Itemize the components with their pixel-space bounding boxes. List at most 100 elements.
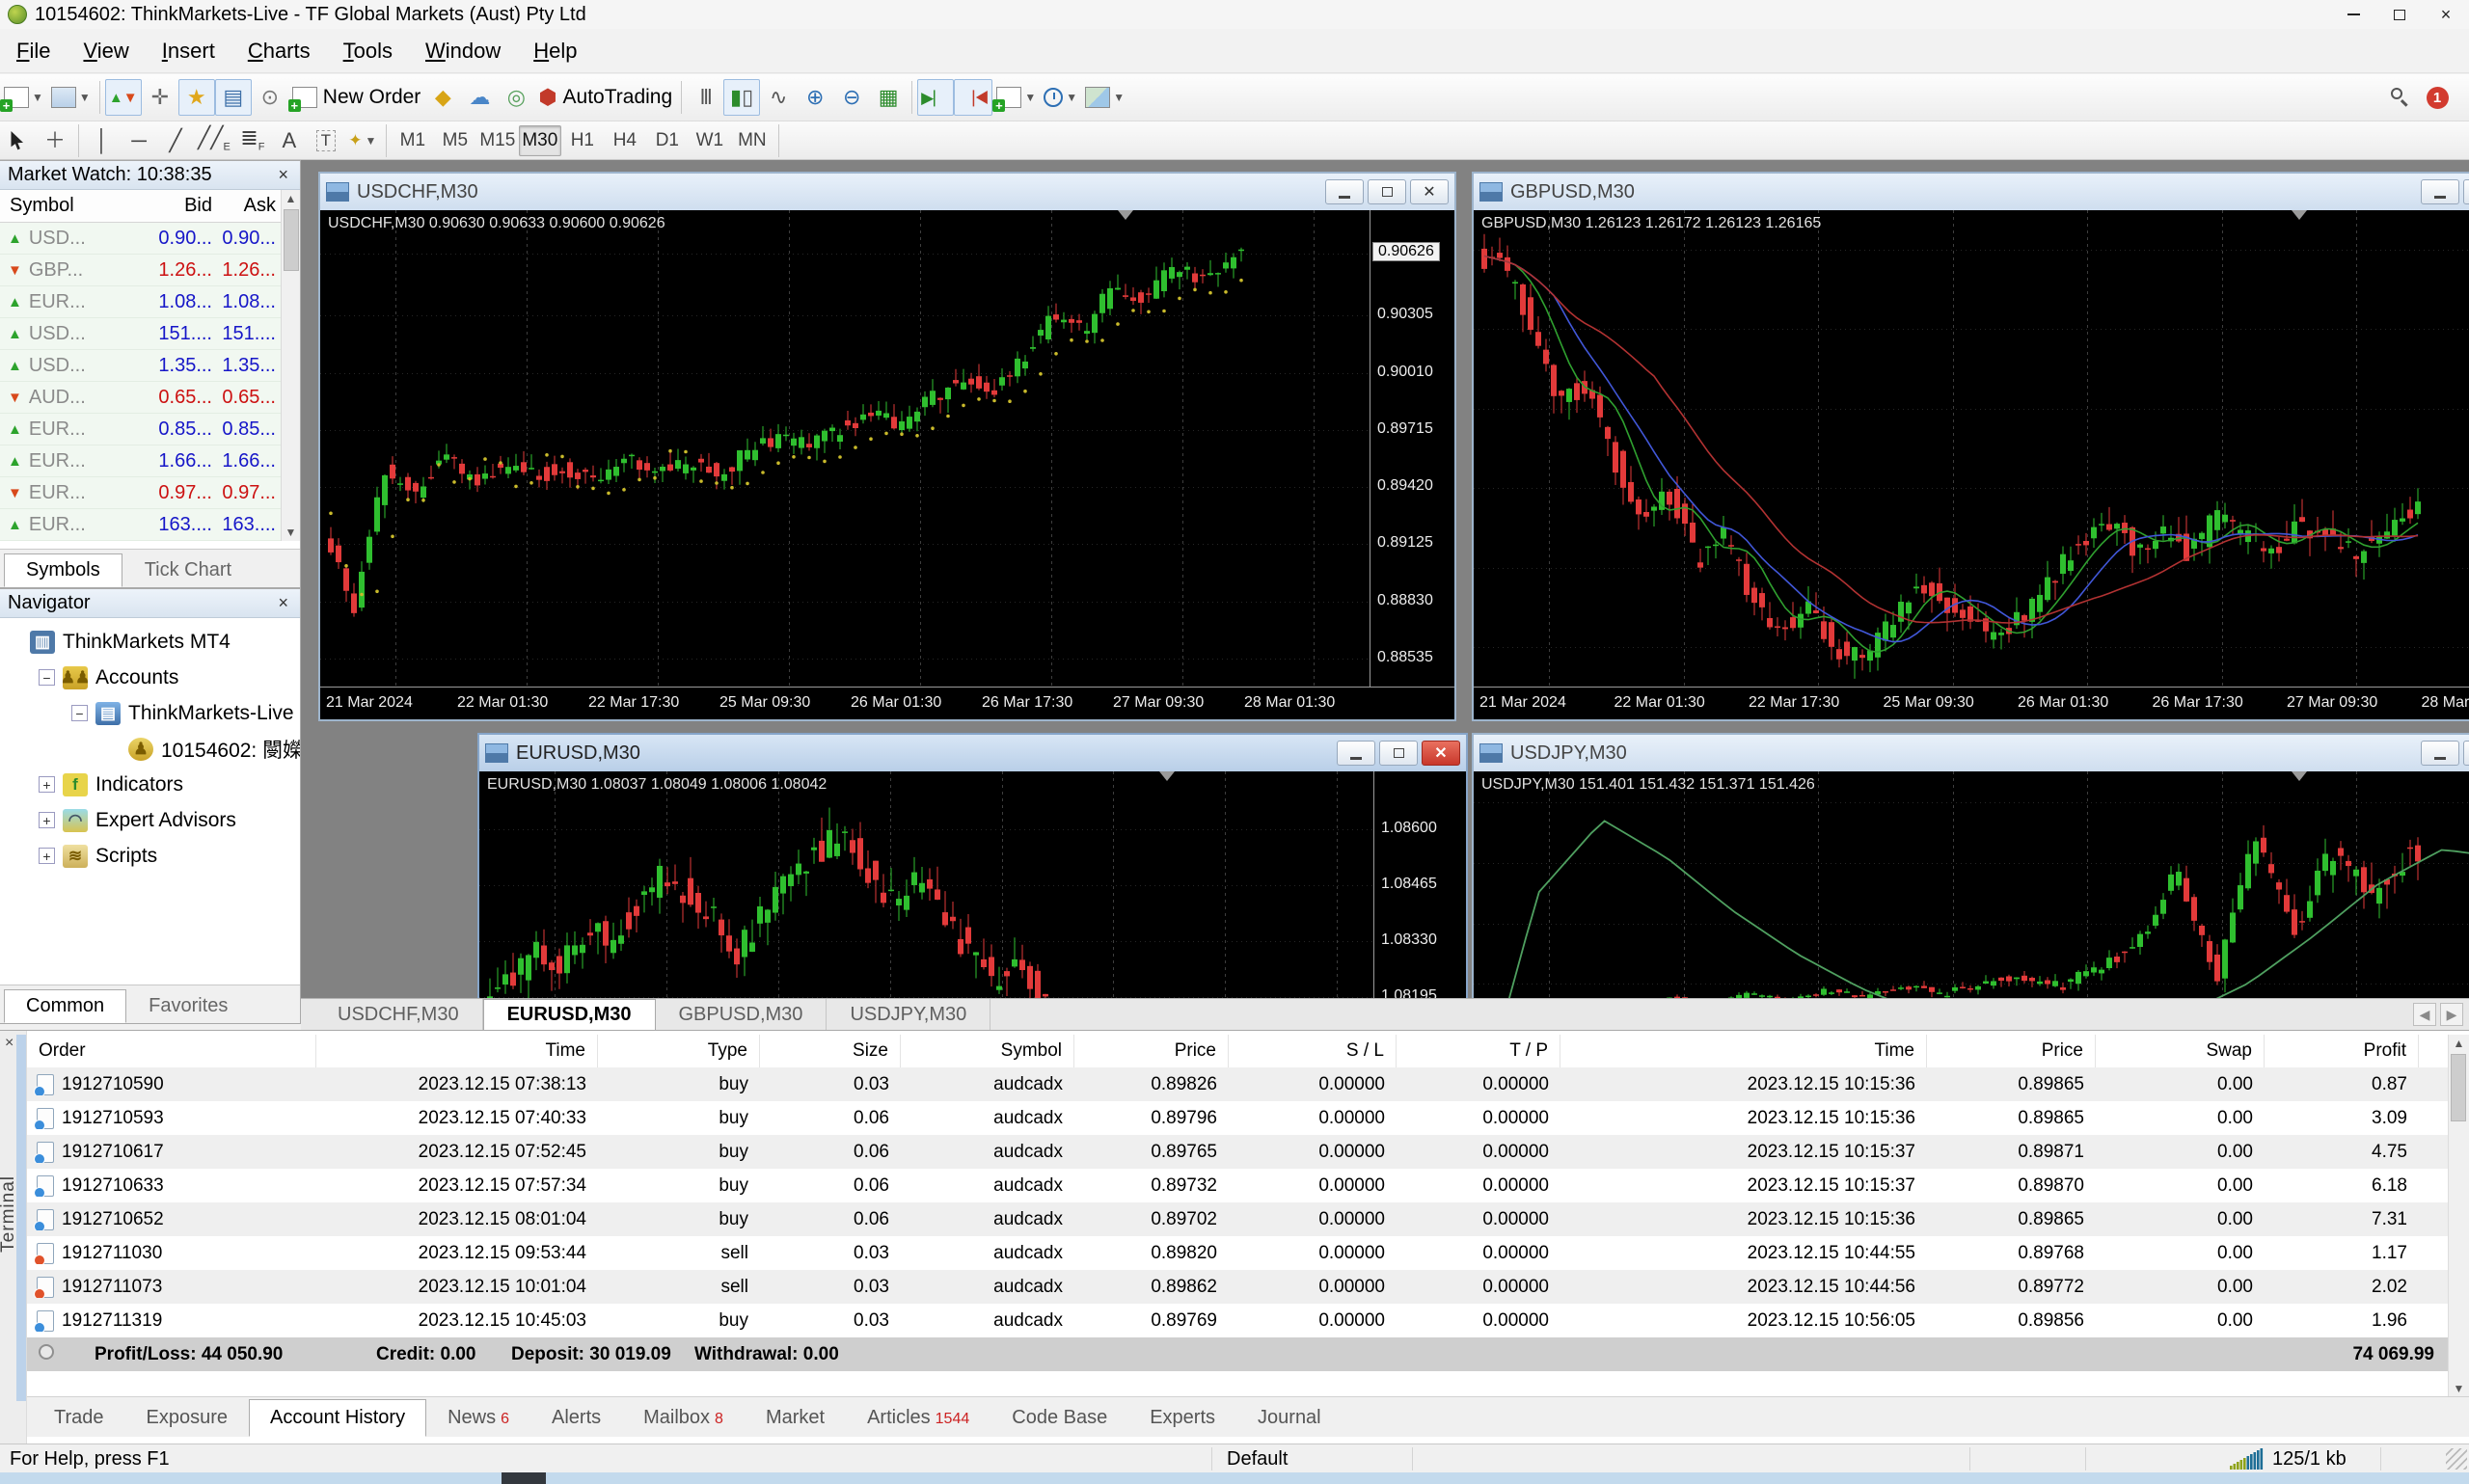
timeframe-m1[interactable]: M1 [392, 125, 434, 156]
order-row[interactable]: 1912710593 2023.12.15 07:40:33 buy 0.06 audc… [27, 1101, 2448, 1135]
market-watch-row[interactable]: ▲ EUR... 1.08... 1.08... [0, 286, 300, 318]
strategy-tester-toggle[interactable]: ⊙ [252, 79, 288, 116]
column-sl-6[interactable]: S / L [1229, 1035, 1397, 1067]
tab-tick-chart[interactable]: Tick Chart [122, 553, 254, 587]
navigator-item-accounts[interactable]: − ♟♟ Accounts [6, 660, 300, 695]
timeframe-h1[interactable]: H1 [561, 125, 604, 156]
tab-favorites[interactable]: Favorites [126, 989, 250, 1023]
market-watch-row[interactable]: ▲ USD... 0.90... 0.90... [0, 223, 300, 255]
tab-common[interactable]: Common [4, 989, 127, 1023]
market-watch-row[interactable]: ▲ EUR... 0.85... 0.85... [0, 414, 300, 445]
chart-tab-eurusd-m30[interactable]: EURUSD,M30 [482, 999, 656, 1030]
column-price-9[interactable]: Price [1927, 1035, 2096, 1067]
periods-button[interactable]: ▼ [1040, 79, 1081, 116]
scroll-down-icon[interactable]: ▼ [2449, 1380, 2469, 1397]
chart-tab-gbpusd-m30[interactable]: GBPUSD,M30 [656, 999, 828, 1030]
column-ask[interactable]: Ask [212, 195, 276, 217]
window-maximize-button[interactable] [2376, 0, 2423, 29]
time-axis[interactable]: 21 Mar 2024 22 Mar 01:30 22 Mar 17:30 25 Ma… [320, 687, 1454, 719]
resize-grip[interactable] [2446, 1448, 2467, 1470]
column-bid[interactable]: Bid [139, 195, 212, 217]
menu-charts[interactable]: Charts [231, 33, 327, 69]
market-watch-close-icon[interactable]: × [274, 165, 292, 185]
column-symbol-4[interactable]: Symbol [901, 1035, 1074, 1067]
autotrading-button[interactable]: ⬢ AutoTrading [534, 79, 676, 116]
collapse-icon[interactable]: − [39, 669, 55, 686]
market-watch-row[interactable]: ▲ EUR... 163.... 163.... [0, 509, 300, 541]
order-row[interactable]: 1912711073 2023.12.15 10:01:04 sell 0.03 aud… [27, 1270, 2448, 1304]
auto-scroll-button[interactable]: ▶⎸ [917, 79, 955, 116]
collapse-icon[interactable]: − [71, 705, 88, 721]
scroll-up-icon[interactable]: ▲ [2449, 1035, 2469, 1052]
terminal-tab-articles[interactable]: Articles 1544 [846, 1399, 990, 1437]
line-chart-button[interactable]: ∿ [760, 79, 797, 116]
menu-insert[interactable]: Insert [146, 33, 231, 69]
chart-tab-usdjpy-m30[interactable]: USDJPY,M30 [827, 999, 991, 1030]
window-minimize-button[interactable] [2330, 0, 2376, 29]
navigator-item-thinkmarkets-live[interactable]: − ▤ ThinkMarkets-Live [6, 695, 300, 731]
navigator-item-thinkmarkets-mt4[interactable]: ▥ ThinkMarkets MT4 [6, 624, 300, 660]
price-axis[interactable]: 0.90305 0.90010 0.89715 0.89420 0.89125 0.888… [1370, 210, 1454, 687]
market-watch-row[interactable]: ▼ AUD... 0.65... 0.65... [0, 382, 300, 414]
timeframe-w1[interactable]: W1 [689, 125, 731, 156]
terminal-tab-alerts[interactable]: Alerts [530, 1399, 622, 1437]
data-window-toggle[interactable]: ✛ [142, 79, 178, 116]
arrows-tool[interactable]: ✦ ▼ [344, 122, 381, 159]
column-tp-7[interactable]: T / P [1397, 1035, 1560, 1067]
horizontal-line-tool[interactable]: ─ [121, 122, 157, 159]
order-row[interactable]: 1912710617 2023.12.15 07:52:45 buy 0.06 audc… [27, 1135, 2448, 1169]
timeframe-m30[interactable]: M30 [518, 124, 561, 156]
timeframe-m15[interactable]: M15 [476, 125, 519, 156]
community-button[interactable]: ☁ [461, 79, 498, 116]
candlestick-chart-button[interactable]: ▮▯ [723, 79, 761, 116]
terminal-close-icon[interactable]: × [5, 1035, 14, 1052]
scroll-down-icon[interactable]: ▼ [282, 524, 300, 541]
column-size-3[interactable]: Size [760, 1035, 901, 1067]
fibonacci-tool[interactable]: ≣F [234, 122, 271, 159]
terminal-tab-trade[interactable]: Trade [33, 1399, 125, 1437]
equidistant-channel-tool[interactable]: ╱╱E [194, 122, 234, 159]
market-watch-row[interactable]: ▲ EUR... 1.66... 1.66... [0, 445, 300, 477]
market-watch-row[interactable]: ▲ USD... 1.35... 1.35... [0, 350, 300, 382]
terminal-toggle[interactable]: ▤ [214, 79, 252, 116]
vertical-line-tool[interactable]: │ [84, 122, 121, 159]
menu-window[interactable]: Window [409, 33, 517, 69]
chart-restore-button[interactable] [2463, 179, 2469, 204]
chart-window-usdchf[interactable]: USDCHF,M30 ✕ USDCHF,M30 0.90630 0.90633 0.… [318, 172, 1456, 721]
market-watch-scrollbar[interactable]: ▲ ▼ [281, 190, 300, 541]
tile-windows-button[interactable]: ▦ [870, 79, 907, 116]
chart-window-gbpusd[interactable]: GBPUSD,M30 ✕ GBPUSD,M30 1.26123 1.26172 1.… [1472, 172, 2469, 721]
column-swap-10[interactable]: Swap [2096, 1035, 2265, 1067]
chart-close-button[interactable]: ✕ [1422, 741, 1460, 766]
order-row[interactable]: 1912710652 2023.12.15 08:01:04 buy 0.06 audc… [27, 1202, 2448, 1236]
column-profit-11[interactable]: Profit [2265, 1035, 2419, 1067]
terminal-tab-journal[interactable]: Journal [1236, 1399, 1343, 1437]
terminal-scrollbar[interactable]: ▲ ▼ [2448, 1035, 2469, 1397]
new-chart-button[interactable]: + ▼ [0, 79, 47, 116]
navigator-toggle[interactable]: ★ [177, 79, 215, 116]
price-chart-gbpusd[interactable] [1474, 210, 2469, 687]
chart-minimize-button[interactable] [1337, 741, 1375, 766]
menu-view[interactable]: View [67, 33, 145, 69]
column-type-2[interactable]: Type [598, 1035, 760, 1067]
signals-button[interactable]: ◎ [498, 79, 534, 116]
chart-restore-button[interactable] [2463, 741, 2469, 766]
navigator-close-icon[interactable]: × [274, 593, 292, 613]
notifications-badge[interactable]: 1 [2419, 79, 2455, 116]
terminal-tab-experts[interactable]: Experts [1128, 1399, 1236, 1437]
indicators-button[interactable]: + ▼ [992, 79, 1040, 116]
order-row[interactable]: 1912710590 2023.12.15 07:38:13 buy 0.03 audc… [27, 1067, 2448, 1101]
timeframe-mn[interactable]: MN [731, 125, 773, 156]
menu-help[interactable]: Help [517, 33, 593, 69]
profiles-button[interactable]: ▼ [47, 79, 95, 116]
navigator-item-expert-advisors[interactable]: + ◠ Expert Advisors [6, 802, 300, 838]
order-row[interactable]: 1912710633 2023.12.15 07:57:34 buy 0.06 audc… [27, 1169, 2448, 1202]
metaeditor-button[interactable]: ◆ [424, 79, 461, 116]
search-button[interactable] [2382, 79, 2419, 116]
market-watch-toggle[interactable]: ▲▼ [104, 79, 142, 116]
chart-window-eurusd[interactable]: EURUSD,M30 ✕ EURUSD,M30 1.08037 1.08049 1.… [477, 733, 1468, 998]
price-chart-usdchf[interactable] [320, 210, 1370, 687]
market-watch-row[interactable]: ▼ EUR... 0.97... 0.97... [0, 477, 300, 509]
expand-icon[interactable]: + [39, 848, 55, 864]
column-price-5[interactable]: Price [1074, 1035, 1229, 1067]
